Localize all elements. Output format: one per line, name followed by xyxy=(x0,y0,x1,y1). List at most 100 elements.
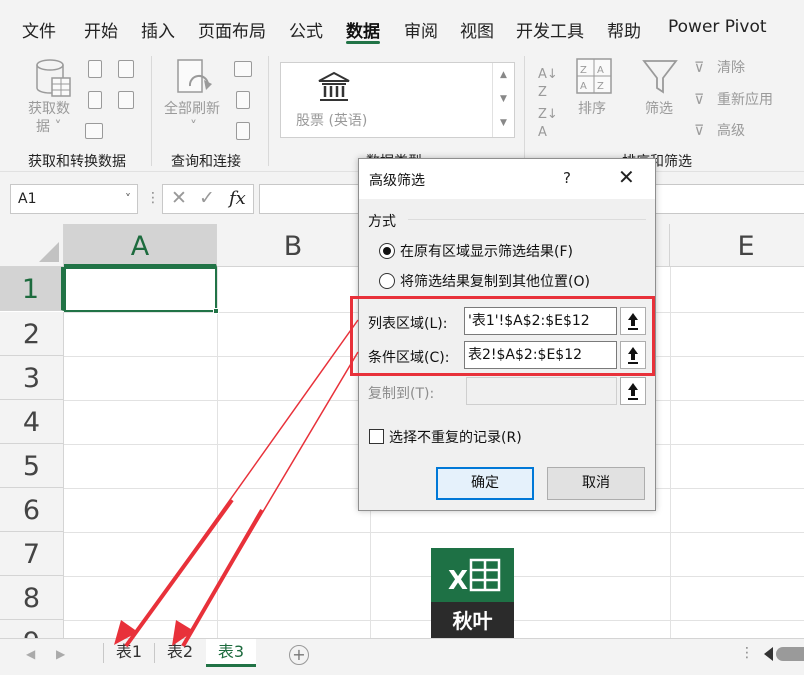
sort-az-icon[interactable]: A↓ Z xyxy=(538,66,558,102)
reapply-icon[interactable]: ⊽ xyxy=(694,91,704,109)
ribbon-separator xyxy=(151,56,152,166)
gallery-up-icon[interactable]: ▲ xyxy=(493,63,514,87)
sort-grid-icon: Z A A Z xyxy=(576,58,612,94)
next-sheet-icon[interactable]: ▶ xyxy=(56,647,65,661)
sheet-tab-3[interactable]: 表3 xyxy=(206,639,256,667)
select-all-corner[interactable] xyxy=(0,224,64,267)
clear-filter-icon[interactable]: ⊽ xyxy=(694,59,704,77)
advanced-label[interactable]: 高级 xyxy=(717,122,745,140)
tab-developer[interactable]: 开发工具 xyxy=(516,17,584,42)
sheet-tab-bar: ◀ ▶ 表1 表2 表3 + ⋮ xyxy=(0,638,804,675)
copy-to-location-label[interactable]: 将筛选结果复制到其他位置(O) xyxy=(400,271,590,291)
cancel-entry-icon[interactable]: ✕ xyxy=(171,187,187,209)
row-header[interactable]: 5 xyxy=(0,444,64,488)
tab-page-layout[interactable]: 页面布局 xyxy=(198,17,266,42)
tab-view[interactable]: 视图 xyxy=(460,17,494,42)
sheet-tab-1[interactable]: 表1 xyxy=(104,639,154,667)
tab-formulas[interactable]: 公式 xyxy=(289,17,323,42)
active-tab-indicator xyxy=(346,41,380,44)
fill-handle[interactable] xyxy=(213,308,219,314)
ribbon-tab-bar: 文件 开始 插入 页面布局 公式 数据 审阅 视图 开发工具 帮助 Power … xyxy=(0,0,804,48)
edit-links-icon[interactable] xyxy=(236,122,250,140)
sheet-tab-2[interactable]: 表2 xyxy=(155,639,205,667)
svg-text:X: X xyxy=(448,566,468,596)
ok-button[interactable]: 确定 xyxy=(436,467,534,500)
copy-to-collapse-button[interactable] xyxy=(620,377,646,405)
filter-label: 筛选 xyxy=(645,101,673,117)
action-section-label: 方式 xyxy=(368,214,396,230)
tab-insert[interactable]: 插入 xyxy=(141,17,175,42)
from-table-icon[interactable] xyxy=(85,123,103,139)
active-cell-a1[interactable] xyxy=(64,267,217,312)
formula-buttons: ✕ ✓ fx xyxy=(162,184,254,214)
tab-home[interactable]: 开始 xyxy=(84,17,118,42)
properties-icon[interactable] xyxy=(236,91,250,109)
stocks-label: 股票 (英语) xyxy=(296,113,368,129)
filter-in-place-label[interactable]: 在原有区域显示筛选结果(F) xyxy=(400,241,573,261)
unique-records-checkbox[interactable] xyxy=(369,429,384,444)
row-header[interactable]: 2 xyxy=(0,312,64,356)
queries-connections-icon[interactable] xyxy=(234,61,252,77)
copy-to-location-radio[interactable] xyxy=(379,273,395,289)
gallery-scroll[interactable]: ▲ ▼ ▼ xyxy=(492,63,514,137)
row-header[interactable]: 1 xyxy=(0,267,64,311)
from-web-icon[interactable] xyxy=(88,91,102,109)
dialog-titlebar[interactable]: 高级筛选 ? ✕ xyxy=(359,159,655,199)
tab-file[interactable]: 文件 xyxy=(22,17,56,42)
group-get-transform-label: 获取和转换数据 xyxy=(28,154,126,170)
cancel-button[interactable]: 取消 xyxy=(547,467,645,500)
row-header[interactable]: 3 xyxy=(0,356,64,400)
advanced-filter-icon[interactable]: ⊽ xyxy=(694,122,704,140)
tab-power-pivot[interactable]: Power Pivot xyxy=(668,17,767,37)
tab-data[interactable]: 数据 xyxy=(346,17,380,42)
row-header[interactable]: 8 xyxy=(0,576,64,620)
ribbon: 获取数 据 ˅ 获取和转换数据 全部刷新 ˅ 查询和连接 股票 (英语) ▲ ▼… xyxy=(0,48,804,172)
existing-connections-icon[interactable] xyxy=(118,91,134,109)
tab-review[interactable]: 审阅 xyxy=(404,17,438,42)
tab-help[interactable]: 帮助 xyxy=(607,17,641,42)
help-icon[interactable]: ? xyxy=(563,169,571,187)
confirm-entry-icon[interactable]: ✓ xyxy=(199,187,215,209)
scroll-left-icon[interactable] xyxy=(764,647,773,661)
gallery-more-icon[interactable]: ▼ xyxy=(493,111,514,135)
svg-text:Z: Z xyxy=(597,81,604,92)
svg-text:A: A xyxy=(597,65,604,76)
row-header[interactable]: 7 xyxy=(0,532,64,576)
gridline xyxy=(670,267,671,638)
bank-icon xyxy=(318,71,350,101)
section-divider xyxy=(408,219,646,220)
horizontal-scrollbar[interactable] xyxy=(776,647,804,661)
ribbon-separator xyxy=(524,56,525,166)
column-header-e[interactable]: E xyxy=(670,224,804,267)
column-header-b[interactable]: B xyxy=(217,224,370,267)
close-icon[interactable]: ✕ xyxy=(618,165,635,189)
reapply-label[interactable]: 重新应用 xyxy=(717,91,773,109)
group-queries-label: 查询和连接 xyxy=(171,154,241,170)
qiuye-logo: X 秋叶 xyxy=(431,548,514,638)
column-header-a[interactable]: A xyxy=(64,224,217,267)
formula-bar-grip[interactable]: ⋮ xyxy=(146,190,160,206)
collapse-arrow-icon xyxy=(628,383,638,390)
unique-records-label[interactable]: 选择不重复的记录(R) xyxy=(389,427,522,447)
filter-in-place-radio[interactable] xyxy=(379,243,395,259)
clear-label[interactable]: 清除 xyxy=(717,59,745,77)
scroll-grip-icon[interactable]: ⋮ xyxy=(740,645,754,661)
logo-text: 秋叶 xyxy=(431,602,514,638)
stocks-gallery[interactable]: 股票 (英语) ▲ ▼ ▼ xyxy=(280,62,515,138)
chevron-down-icon[interactable]: ˅ xyxy=(125,185,131,213)
prev-sheet-icon[interactable]: ◀ xyxy=(26,647,35,661)
refresh-dropdown-icon: ˅ xyxy=(190,119,197,135)
sort-za-icon[interactable]: Z↓ A xyxy=(538,106,558,142)
row-header[interactable]: 9 xyxy=(0,620,64,638)
copy-to-input[interactable] xyxy=(466,377,617,405)
insert-function-icon[interactable]: fx xyxy=(229,188,246,209)
row-header[interactable]: 4 xyxy=(0,400,64,444)
recent-sources-icon[interactable] xyxy=(118,60,134,78)
gallery-down-icon[interactable]: ▼ xyxy=(493,87,514,111)
name-box[interactable]: A1 ˅ xyxy=(10,184,138,214)
from-text-icon[interactable] xyxy=(88,60,102,78)
funnel-icon xyxy=(642,60,678,94)
excel-logo-icon: X xyxy=(431,548,514,602)
add-sheet-button[interactable]: + xyxy=(289,645,309,665)
row-header[interactable]: 6 xyxy=(0,488,64,532)
